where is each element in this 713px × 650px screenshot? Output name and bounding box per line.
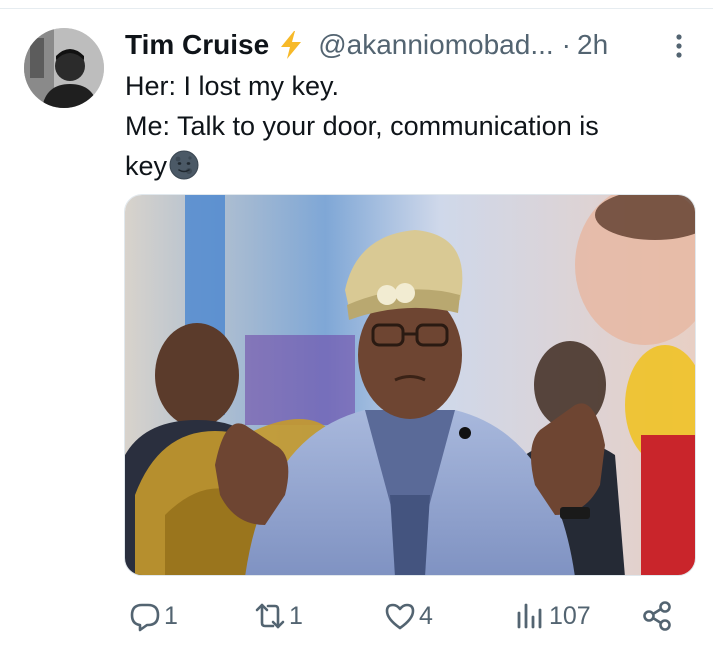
reply-button[interactable]: 1 [128, 594, 178, 638]
heart-icon [383, 599, 417, 633]
retweet-icon [253, 599, 287, 633]
share-icon [640, 599, 674, 633]
separator-dot: · [561, 29, 571, 60]
tweet-line-3-text: key [125, 151, 168, 181]
tweet-line-1: Her: I lost my key. [125, 71, 340, 101]
share-button[interactable] [640, 594, 674, 638]
tweet-line-2: Me: Talk to your door, communication is [125, 111, 599, 141]
author-name[interactable]: Tim Cruise [125, 29, 269, 61]
reply-icon [128, 599, 162, 633]
retweet-button[interactable]: 1 [253, 594, 303, 638]
like-button[interactable]: 4 [383, 594, 433, 638]
views-button[interactable]: 107 [513, 594, 591, 638]
retweet-count: 1 [289, 601, 303, 630]
top-divider [0, 8, 713, 9]
author-handle[interactable]: @akanniomobad... [318, 29, 553, 61]
tweet-header: Tim Cruise @akanniomobad... · 2h [125, 27, 608, 63]
avatar[interactable] [24, 28, 104, 108]
lightning-bolt-icon [278, 30, 304, 60]
tweet-actions: 1 1 4 107 [0, 594, 713, 638]
reply-count: 1 [164, 601, 178, 630]
new-moon-face-emoji-icon [168, 149, 200, 181]
more-options-icon[interactable] [672, 32, 686, 62]
tweet-media-image[interactable] [124, 194, 696, 576]
like-count: 4 [419, 601, 433, 630]
tweet-line-3: key [125, 146, 695, 186]
views-count: 107 [549, 601, 591, 630]
tweet-text: Her: I lost my key. Me: Talk to your doo… [125, 66, 695, 186]
views-chart-icon [513, 599, 547, 633]
timestamp[interactable]: 2h [577, 29, 608, 61]
